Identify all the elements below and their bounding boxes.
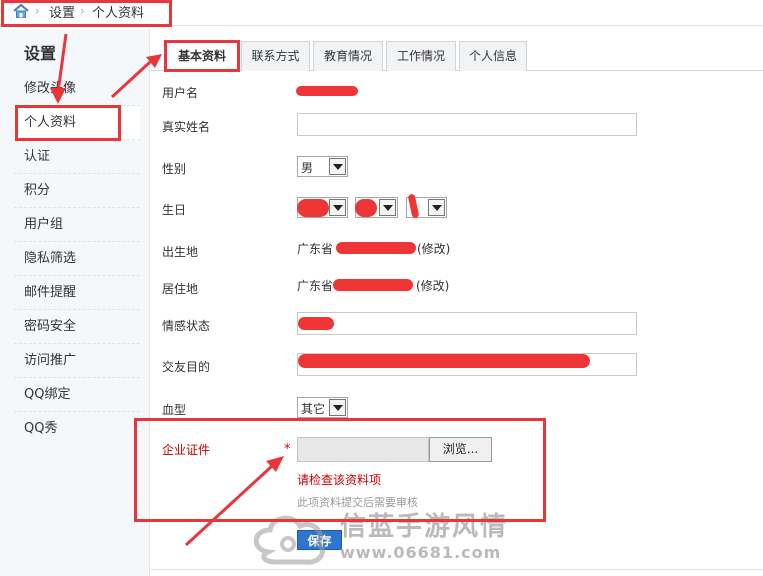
- birthplace-edit-link[interactable]: (修改): [417, 240, 450, 257]
- redaction-mark: [297, 199, 329, 217]
- birthday-label: 生日: [162, 203, 187, 217]
- sidebar-item-privacy[interactable]: 隐私筛选: [14, 242, 140, 276]
- username-label: 用户名: [162, 86, 199, 100]
- blood-label: 血型: [162, 403, 187, 417]
- sidebar-item-email[interactable]: 邮件提醒: [14, 276, 140, 310]
- sidebar-item-qq-bind[interactable]: QQ绑定: [14, 378, 140, 412]
- blood-value: 其它: [301, 402, 326, 416]
- annotation-box-license: [134, 418, 546, 522]
- chevron-down-icon: [379, 199, 396, 216]
- annotation-box-basic-tab: [164, 40, 240, 72]
- redaction-mark: [298, 317, 334, 330]
- residence-value: 广东省: [297, 279, 334, 293]
- sidebar-item-points[interactable]: 积分: [14, 174, 140, 208]
- tab-education[interactable]: 教育情况: [313, 41, 383, 71]
- gender-value: 男: [301, 161, 314, 175]
- sidebar-item-usergroup[interactable]: 用户组: [14, 208, 140, 242]
- watermark-url: www.06681.com: [340, 543, 502, 562]
- residence-label: 居住地: [162, 282, 199, 296]
- redaction-mark: [296, 86, 358, 96]
- chevron-down-icon: [329, 399, 346, 416]
- tab-personal[interactable]: 个人信息: [459, 41, 527, 71]
- profile-tabs: 基本资料 联系方式 教育情况 工作情况 个人信息: [151, 36, 763, 72]
- sidebar-item-verify[interactable]: 认证: [14, 140, 140, 174]
- residence-edit-link[interactable]: (修改): [416, 277, 449, 294]
- realname-label: 真实姓名: [162, 120, 211, 134]
- birthplace-value: 广东省: [297, 242, 334, 256]
- blood-select[interactable]: 其它: [297, 397, 348, 418]
- chevron-down-icon: [329, 158, 346, 175]
- annotation-box-sidebar-profile: [15, 105, 121, 141]
- redaction-mark: [355, 199, 377, 217]
- sidebar-item-promotion[interactable]: 访问推广: [14, 344, 140, 378]
- gender-label: 性别: [162, 162, 187, 176]
- sidebar-item-password[interactable]: 密码安全: [14, 310, 140, 344]
- chevron-down-icon: [329, 199, 346, 216]
- realname-input[interactable]: [297, 113, 637, 136]
- emotion-label: 情感状态: [162, 319, 211, 333]
- sidebar-title: 设置: [24, 44, 57, 63]
- redaction-mark: [333, 279, 413, 291]
- birthplace-label: 出生地: [162, 245, 199, 259]
- purpose-label: 交友目的: [162, 360, 211, 374]
- redaction-mark: [336, 242, 416, 254]
- tab-contact[interactable]: 联系方式: [241, 41, 310, 71]
- sidebar-item-avatar[interactable]: 修改头像: [14, 72, 140, 106]
- annotation-box-breadcrumb: [1, 0, 172, 27]
- sidebar-item-qq-show[interactable]: QQ秀: [14, 412, 140, 446]
- redaction-mark: [298, 354, 590, 368]
- gender-select[interactable]: 男: [297, 156, 348, 177]
- chevron-down-icon: [428, 199, 445, 216]
- tab-work[interactable]: 工作情况: [386, 41, 456, 71]
- emotion-input[interactable]: [297, 312, 637, 335]
